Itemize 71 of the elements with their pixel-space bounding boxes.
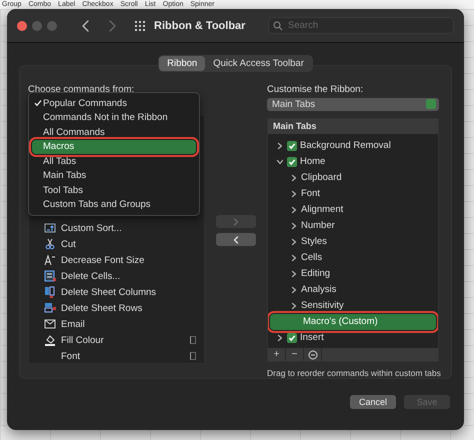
command-item[interactable]: Email (29, 316, 204, 332)
tree-item[interactable]: Alignment (268, 202, 438, 218)
chevron-right-icon[interactable] (276, 142, 284, 150)
tree-item[interactable]: Macro's (Custom) (270, 314, 436, 330)
checkbox[interactable] (287, 140, 297, 151)
tree-item[interactable]: Styles (268, 234, 438, 250)
chevron-right-icon[interactable] (290, 206, 298, 214)
window-title: Ribbon & Toolbar (154, 20, 246, 32)
close-button[interactable] (17, 20, 27, 30)
command-item[interactable]: Fill Colour (29, 332, 204, 348)
command-item[interactable]: Cut (29, 236, 204, 252)
command-icon (44, 254, 56, 266)
command-icon (44, 286, 56, 298)
cancel-button[interactable]: Cancel (350, 395, 396, 409)
chevron-right-icon[interactable] (290, 238, 298, 246)
tree-item[interactable]: Home (268, 154, 438, 170)
tree-item[interactable]: Editing (268, 266, 438, 282)
chevron-right-icon[interactable] (290, 254, 298, 262)
tree-item[interactable]: Clipboard (268, 170, 438, 186)
tab[interactable]: Ribbon (159, 56, 206, 71)
menu-item[interactable]: All Commands (32, 125, 196, 140)
tab[interactable]: Quick Access Toolbar (205, 56, 312, 71)
tree-item[interactable]: Analysis (268, 282, 438, 298)
chevron-left-icon (232, 236, 240, 244)
menu-item[interactable]: Macros (32, 140, 196, 154)
command-icon (44, 334, 56, 346)
checkbox[interactable] (287, 332, 297, 343)
menu-item[interactable]: Custom Tabs and Groups (32, 198, 196, 212)
tree-item[interactable]: Sensitivity (268, 298, 438, 314)
grid-icon[interactable] (134, 20, 146, 32)
command-item[interactable]: Delete Cells... (29, 268, 204, 284)
chevron-right-icon[interactable] (290, 270, 298, 278)
chevron-right-icon[interactable] (290, 174, 298, 182)
command-icon (44, 222, 56, 234)
tree-item[interactable]: Font (268, 186, 438, 202)
chevron-right-icon[interactable] (290, 190, 298, 198)
command-item[interactable]: Custom Sort... (29, 220, 204, 236)
tree-header: Main Tabs (268, 118, 438, 134)
tree-item[interactable]: Number (268, 218, 438, 234)
search-field[interactable]: Search (268, 17, 454, 34)
hint-text: Drag to reorder commands within custom tabs (267, 368, 439, 378)
tabs-dropdown[interactable]: Main Tabs (267, 98, 439, 111)
chevron-down-icon[interactable] (276, 158, 284, 166)
chevron-right-icon (232, 218, 240, 226)
chevron-right-icon[interactable] (290, 286, 298, 294)
section-label: Choose commands from: (28, 84, 136, 95)
tree-item[interactable]: Cells (268, 250, 438, 266)
command-item[interactable]: Font (29, 348, 204, 363)
menu-item[interactable]: Popular Commands (32, 96, 196, 110)
command-icon (44, 270, 56, 282)
tool-button[interactable]: + (268, 348, 286, 361)
command-icon (44, 318, 56, 330)
section-label: Customise the Ribbon: (267, 84, 364, 95)
tree-item[interactable]: Background Removal (268, 138, 438, 154)
menu-item[interactable]: Commands Not in the Ribbon (32, 110, 196, 125)
command-item[interactable]: Delete Sheet Columns (29, 284, 204, 300)
checkbox[interactable] (287, 156, 297, 167)
command-item[interactable]: Delete Sheet Rows (29, 300, 204, 316)
menu-item[interactable]: Main Tabs (32, 168, 196, 183)
remove-button[interactable] (216, 233, 256, 246)
command-icon (44, 302, 56, 314)
command-icon (44, 238, 56, 250)
chevron-right-icon[interactable] (290, 302, 298, 310)
chevron-right-icon[interactable] (290, 222, 298, 230)
tool-button[interactable]: − (286, 348, 304, 361)
menu-item[interactable]: All Tabs (32, 154, 196, 168)
command-item[interactable]: Decrease Font Size (29, 252, 204, 268)
circle-minus-icon (308, 350, 318, 360)
chevron-right-icon[interactable] (276, 334, 284, 342)
tree-item[interactable]: Insert (268, 330, 438, 346)
menu-item[interactable]: Tool Tabs (32, 183, 196, 198)
